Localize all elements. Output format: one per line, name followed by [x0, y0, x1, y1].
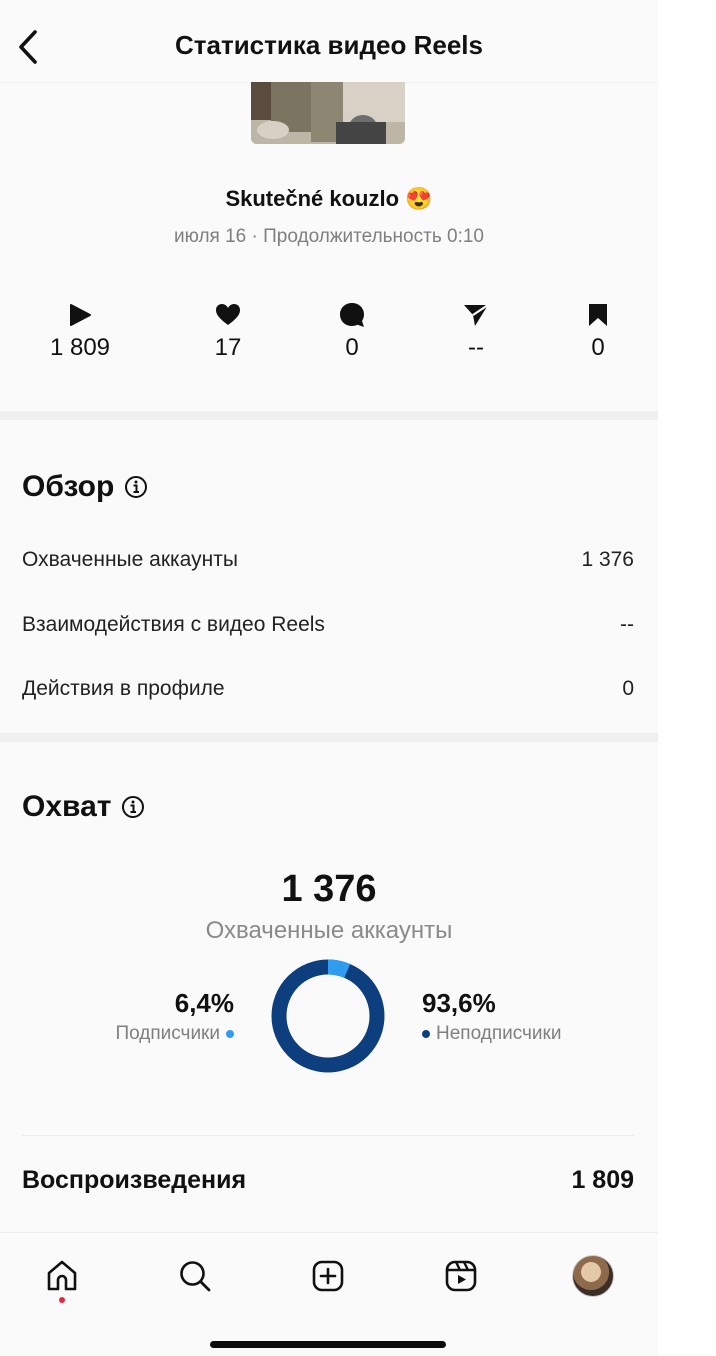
reach-donut-chart	[271, 959, 385, 1073]
section-divider	[0, 733, 658, 742]
overview-section-title: Обзор	[22, 470, 148, 504]
reach-total-label: Охваченные аккаунты	[205, 917, 453, 944]
nonfollowers-segment	[271, 959, 385, 1073]
home-notification-dot	[59, 1297, 65, 1303]
reach-title: Охват	[22, 790, 112, 823]
play-icon	[70, 304, 91, 326]
followers-percent: 6,4%	[174, 988, 234, 1018]
avatar	[572, 1255, 614, 1297]
share-icon	[464, 304, 489, 326]
bookmark-icon	[589, 304, 607, 326]
tab-reels[interactable]	[436, 1253, 486, 1299]
stat-saves: 0	[538, 300, 658, 362]
create-icon	[312, 1260, 344, 1292]
stat-shares: --	[416, 300, 536, 362]
comment-icon	[340, 303, 364, 327]
overview-title: Обзор	[22, 470, 115, 503]
reel-thumbnail[interactable]	[251, 82, 405, 144]
reels-icon	[445, 1260, 477, 1292]
engagement-stats: 1 809 17 0 -- 0	[18, 300, 640, 370]
bottom-tab-bar	[0, 1232, 658, 1356]
plays-value: 1 809	[571, 1166, 634, 1194]
stat-value: 1 809	[49, 334, 111, 361]
tab-profile[interactable]	[568, 1253, 618, 1299]
reel-meta: июля 16 · Продолжительность 0:10	[174, 226, 484, 247]
row-label: Взаимодействия с видео Reels	[22, 613, 325, 636]
overview-row-profile-activity: Действия в профиле 0	[22, 677, 634, 701]
row-value: 0	[622, 677, 634, 700]
row-value: 1 376	[581, 548, 634, 571]
reach-total: 1 376	[281, 868, 377, 910]
nonfollowers-percent: 93,6%	[422, 988, 496, 1018]
stat-value: --	[468, 334, 484, 361]
divider-line	[22, 1135, 634, 1136]
reel-insights-screen: Статистика видео Reels Skutečné kouzlo 😍…	[0, 0, 658, 1356]
home-indicator	[210, 1341, 446, 1348]
stat-value: 17	[214, 334, 242, 361]
background-margin	[658, 0, 716, 1355]
stat-value: 0	[591, 334, 605, 361]
followers-dot	[226, 1030, 234, 1038]
info-icon[interactable]	[124, 475, 148, 499]
stat-value: 0	[345, 334, 359, 361]
heart-icon	[216, 304, 240, 325]
page-title: Статистика видео Reels	[175, 30, 483, 60]
plays-row: Воспроизведения 1 809	[22, 1166, 634, 1195]
overview-row-interactions: Взаимодействия с видео Reels --	[22, 613, 634, 637]
stat-likes: 17	[168, 300, 288, 362]
tab-search[interactable]	[170, 1253, 220, 1299]
row-value: --	[620, 613, 634, 636]
plays-label: Воспроизведения	[22, 1166, 247, 1194]
search-icon	[180, 1261, 211, 1292]
row-label: Охваченные аккаунты	[22, 548, 238, 571]
reel-title: Skutečné kouzlo 😍	[225, 186, 433, 211]
nonfollowers-dot	[422, 1030, 430, 1038]
stat-plays: 1 809	[20, 300, 140, 362]
tab-home[interactable]	[37, 1253, 87, 1299]
home-icon	[47, 1260, 77, 1291]
reach-section-title: Охват	[22, 790, 145, 824]
row-label: Действия в профиле	[22, 677, 225, 700]
header: Статистика видео Reels	[0, 0, 658, 83]
followers-legend: 6,4% Подписчики	[115, 988, 234, 1045]
stat-comments: 0	[292, 300, 412, 362]
tab-create[interactable]	[303, 1253, 353, 1299]
nonfollowers-label: Неподписчики	[436, 1023, 562, 1044]
section-divider	[0, 411, 658, 420]
overview-row-accounts-reached: Охваченные аккаунты 1 376	[22, 548, 634, 572]
info-icon[interactable]	[121, 795, 145, 819]
followers-label: Подписчики	[115, 1023, 220, 1044]
thumbnail-image	[251, 82, 405, 144]
nonfollowers-legend: 93,6% Неподписчики	[422, 988, 561, 1045]
